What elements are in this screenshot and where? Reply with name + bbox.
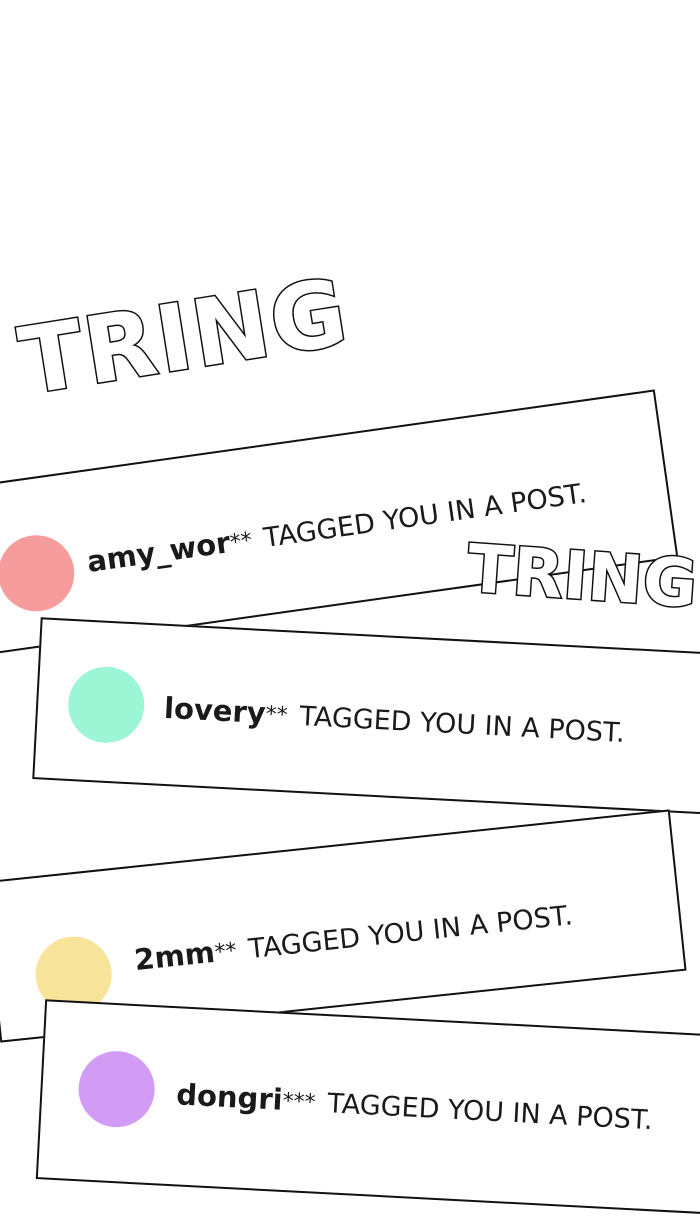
username: lovery <box>163 690 267 731</box>
avatar <box>0 530 80 617</box>
username-stars: ** <box>213 938 238 966</box>
username-stars: *** <box>281 1088 317 1116</box>
sfx-tring-top: TRING <box>11 257 357 417</box>
notification-message: TAGGED YOU IN A POST. <box>247 900 575 966</box>
notification-card-amy[interactable]: amy_wor** TAGGED YOU IN A POST. <box>0 389 679 657</box>
notification-text: 2mm** TAGGED YOU IN A POST. <box>132 900 575 978</box>
avatar <box>76 1049 157 1130</box>
notification-card-lovery[interactable]: lovery** TAGGED YOU IN A POST. <box>32 617 700 817</box>
notification-card-dongri[interactable]: dongri*** TAGGED YOU IN A POST. <box>35 999 700 1217</box>
username-stars: ** <box>228 528 254 556</box>
notification-message: TAGGED YOU IN A POST. <box>326 1088 654 1137</box>
username-stars: ** <box>264 702 289 729</box>
avatar <box>66 664 147 745</box>
username: dongri <box>175 1077 284 1117</box>
username: amy_wor <box>84 525 233 579</box>
notification-message: TAGGED YOU IN A POST. <box>298 700 626 749</box>
sfx-tring-middle: TRING <box>464 529 700 625</box>
notification-text: lovery** TAGGED YOU IN A POST. <box>163 690 626 749</box>
notification-text: dongri*** TAGGED YOU IN A POST. <box>175 1077 654 1137</box>
username: 2mm <box>132 934 217 978</box>
